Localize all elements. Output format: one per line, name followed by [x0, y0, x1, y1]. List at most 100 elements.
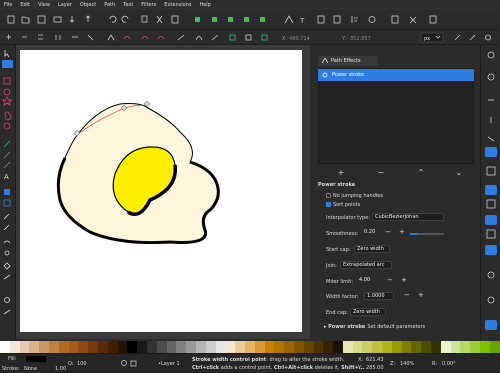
spiral-icon[interactable]	[4, 111, 12, 121]
dock-transform-icon[interactable]	[486, 229, 496, 239]
layer-select[interactable]: •Layer 1	[158, 361, 180, 367]
dock-align-icon[interactable]	[486, 199, 496, 209]
move-up-button[interactable]: ⌃	[416, 168, 426, 178]
menu-view[interactable]: View	[34, 2, 54, 8]
dock-star-icon[interactable]	[487, 136, 495, 142]
color-swatch[interactable]	[97, 341, 108, 353]
rect-icon[interactable]	[3, 77, 11, 85]
smooth-increase-button[interactable]: +	[399, 229, 405, 236]
interp-select[interactable]: CubicBezierJohan	[372, 213, 444, 221]
layer-lock-icon[interactable]	[130, 360, 137, 367]
insert-node-icon[interactable]	[6, 34, 11, 40]
symmetric-node-icon[interactable]	[141, 36, 149, 40]
menu-filters[interactable]: Filters	[137, 2, 160, 8]
auto-node-icon[interactable]	[157, 36, 165, 40]
color-swatch[interactable]	[264, 341, 275, 353]
break-path-icon[interactable]	[55, 35, 61, 40]
transform-corners-icon[interactable]	[469, 34, 476, 41]
color-swatch[interactable]	[107, 341, 118, 353]
end-cap-select[interactable]: Zero width	[350, 308, 386, 316]
color-swatch[interactable]	[29, 341, 40, 353]
dock-swatches-icon[interactable]	[487, 271, 495, 279]
color-swatch[interactable]	[137, 341, 147, 353]
open-icon[interactable]	[21, 16, 30, 24]
stroke-value[interactable]: None	[24, 366, 37, 372]
dock-layers-button[interactable]	[485, 215, 497, 225]
dock-circle-icon[interactable]	[487, 51, 495, 59]
color-swatch[interactable]	[450, 341, 461, 353]
visibility-eye-icon[interactable]	[322, 72, 328, 78]
effects-list-item[interactable]: Power stroke	[318, 69, 474, 81]
color-swatch[interactable]	[19, 341, 30, 353]
color-swatch[interactable]	[333, 341, 343, 353]
pen-icon[interactable]	[3, 151, 11, 159]
duplicate-icon[interactable]	[195, 17, 200, 22]
transform-stroke-icon[interactable]	[454, 34, 461, 41]
line-segment-icon[interactable]	[177, 34, 185, 41]
dock-export-button[interactable]	[485, 320, 497, 330]
miter-increase-button[interactable]: +	[401, 277, 407, 284]
new-doc-icon[interactable]	[7, 15, 15, 24]
save-icon[interactable]	[37, 15, 46, 24]
color-swatch[interactable]	[313, 341, 324, 353]
color-swatch[interactable]	[205, 341, 216, 353]
document-page[interactable]	[20, 50, 302, 332]
dock-text-button[interactable]	[485, 185, 497, 195]
color-palette[interactable]	[0, 341, 500, 353]
connector-icon[interactable]	[3, 274, 11, 280]
color-swatch[interactable]	[480, 341, 490, 353]
align-icon[interactable]	[351, 16, 358, 23]
import-icon[interactable]	[69, 16, 75, 23]
miter-input[interactable]: 4.00	[357, 277, 377, 285]
add-effect-button[interactable]: +	[336, 168, 346, 178]
move-down-button[interactable]: ⌄	[454, 168, 464, 178]
menu-layer[interactable]: Layer	[54, 2, 76, 8]
smooth-decrease-button[interactable]: −	[385, 229, 391, 236]
symbols-icon[interactable]	[409, 16, 417, 24]
undo-icon[interactable]	[109, 15, 117, 23]
color-swatch[interactable]	[274, 341, 285, 353]
color-swatch[interactable]	[78, 341, 89, 353]
color-swatch[interactable]	[225, 341, 236, 353]
color-swatch[interactable]	[382, 341, 392, 353]
menu-object[interactable]: Object	[76, 2, 100, 8]
dock-symbols-icon[interactable]	[487, 296, 495, 304]
color-swatch[interactable]	[391, 341, 402, 353]
copy-icon[interactable]	[141, 15, 148, 23]
xml-icon[interactable]	[333, 15, 341, 24]
sort-points-checkbox[interactable]	[326, 202, 331, 207]
color-swatch[interactable]	[401, 341, 412, 353]
gradient-icon[interactable]	[4, 189, 10, 195]
color-swatch[interactable]	[146, 341, 157, 353]
color-swatch[interactable]	[235, 341, 245, 353]
width-increase-button[interactable]: +	[418, 292, 424, 299]
tweak-icon[interactable]	[3, 240, 11, 244]
doc-props-icon[interactable]	[391, 15, 399, 24]
menu-edit[interactable]: Edit	[16, 2, 34, 8]
ungroup-icon[interactable]	[260, 17, 265, 22]
rotation-value[interactable]: 0.00°	[442, 361, 456, 367]
export-dialog-icon[interactable]	[429, 15, 437, 24]
clone-icon[interactable]	[212, 17, 217, 22]
y-coord-value[interactable]: 352.857	[350, 36, 371, 42]
color-swatch[interactable]	[411, 341, 422, 353]
join-nodes-icon[interactable]	[38, 34, 43, 40]
text-tool-icon[interactable]: A	[4, 173, 9, 181]
color-swatch[interactable]	[88, 341, 98, 353]
color-swatch[interactable]	[489, 341, 500, 353]
zoom-value[interactable]: 140%	[400, 361, 414, 367]
menu-help[interactable]: Help	[195, 2, 214, 8]
layer-visibility-icon[interactable]	[121, 360, 127, 366]
footer-expander[interactable]: ▸ Power stroke Set default parameters	[324, 324, 425, 330]
color-swatch[interactable]	[372, 341, 383, 353]
tab-path-effects[interactable]: Path Effects	[318, 56, 378, 66]
color-swatch[interactable]	[166, 341, 177, 353]
cut-icon[interactable]	[156, 15, 163, 24]
color-swatch[interactable]	[421, 341, 432, 353]
width-factor-input[interactable]: 1.0000	[364, 292, 394, 300]
color-swatch[interactable]	[284, 341, 294, 353]
miter-decrease-button[interactable]: −	[387, 277, 393, 284]
color-swatch[interactable]	[48, 341, 59, 353]
dock-fill-button[interactable]	[485, 147, 497, 157]
color-swatch[interactable]	[176, 341, 187, 353]
